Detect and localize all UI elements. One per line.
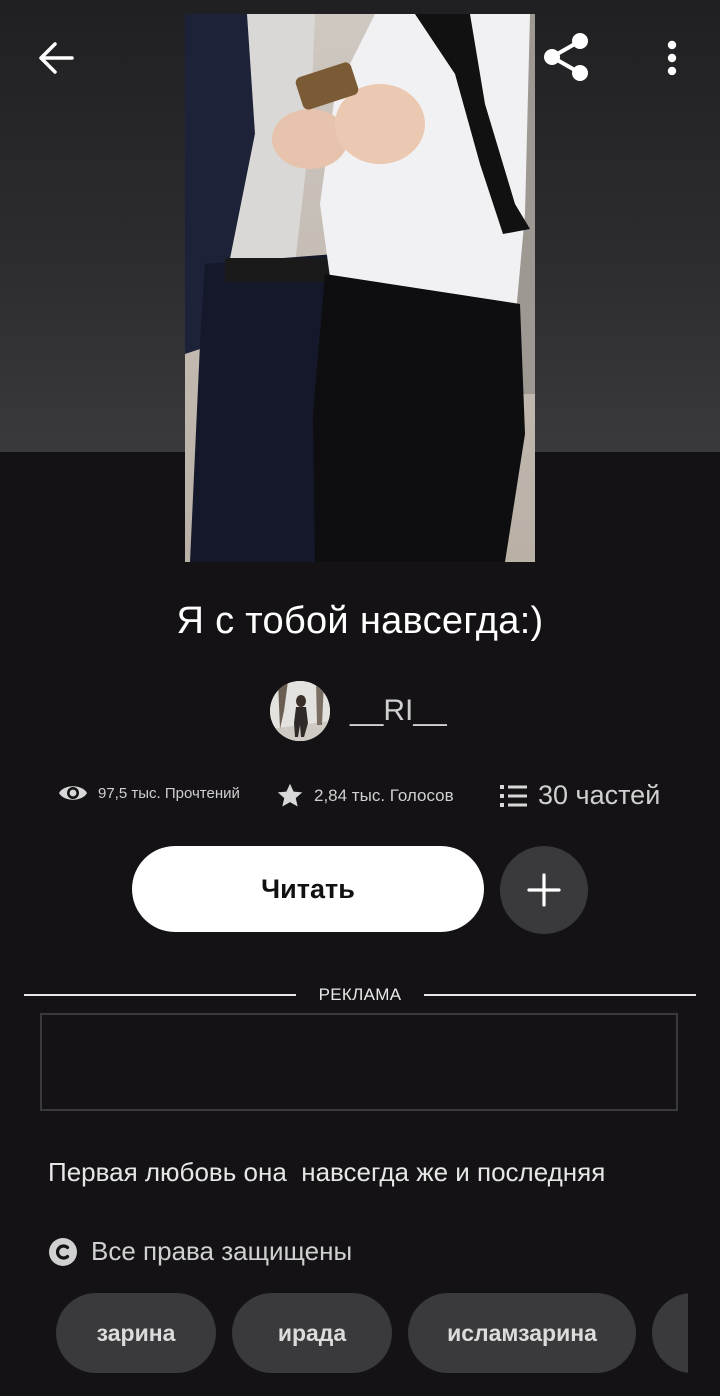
ad-divider-left	[24, 994, 296, 996]
ad-label: РЕКЛАМА	[318, 985, 402, 1004]
ad-divider-right	[424, 994, 696, 996]
copyright-icon	[49, 1237, 77, 1266]
plus-icon	[527, 873, 561, 907]
tag-chip[interactable]: и	[652, 1293, 688, 1373]
more-options-button[interactable]	[648, 28, 696, 88]
author-avatar[interactable]	[270, 681, 330, 741]
votes-count: 2,84 тыс. Голосов	[314, 786, 454, 805]
ad-slot[interactable]	[40, 1013, 678, 1111]
story-description: Первая любовь она навсегда же и последня…	[48, 1157, 606, 1187]
read-button[interactable]: Читать	[132, 846, 484, 932]
story-title: Я с тобой навсегда:)	[176, 600, 544, 642]
reads-count: 97,5 тыс. Прочтений	[98, 784, 240, 802]
author-name[interactable]: __RI__	[350, 694, 447, 728]
votes-stat: 2,84 тыс. Голосов	[276, 782, 454, 810]
tag-chip[interactable]: исламзарина	[408, 1293, 636, 1373]
star-icon	[277, 783, 303, 807]
eye-icon	[59, 786, 87, 800]
share-button[interactable]	[534, 26, 600, 88]
parts-count: 30 частей	[538, 780, 661, 810]
copyright-text: Все права защищены	[91, 1236, 353, 1266]
add-to-library-button[interactable]	[500, 846, 588, 934]
arrow-left-icon	[39, 42, 74, 74]
tag-chip[interactable]: зарина	[56, 1293, 216, 1373]
tag-chip[interactable]: ирада	[232, 1293, 392, 1373]
share-icon	[544, 33, 588, 81]
copyright-notice: Все права защищены	[48, 1236, 352, 1267]
tag-list: зарина ирада исламзарина и	[56, 1293, 688, 1373]
list-icon	[500, 784, 527, 807]
back-button[interactable]	[24, 28, 88, 88]
more-vertical-icon	[667, 40, 677, 76]
story-cover-image	[185, 14, 535, 562]
parts-stat: 30 частей	[500, 780, 660, 811]
reads-stat: 97,5 тыс. Прочтений	[58, 782, 240, 804]
story-stats: 97,5 тыс. Прочтений 2,84 тыс. Голосов 30…	[0, 772, 720, 822]
